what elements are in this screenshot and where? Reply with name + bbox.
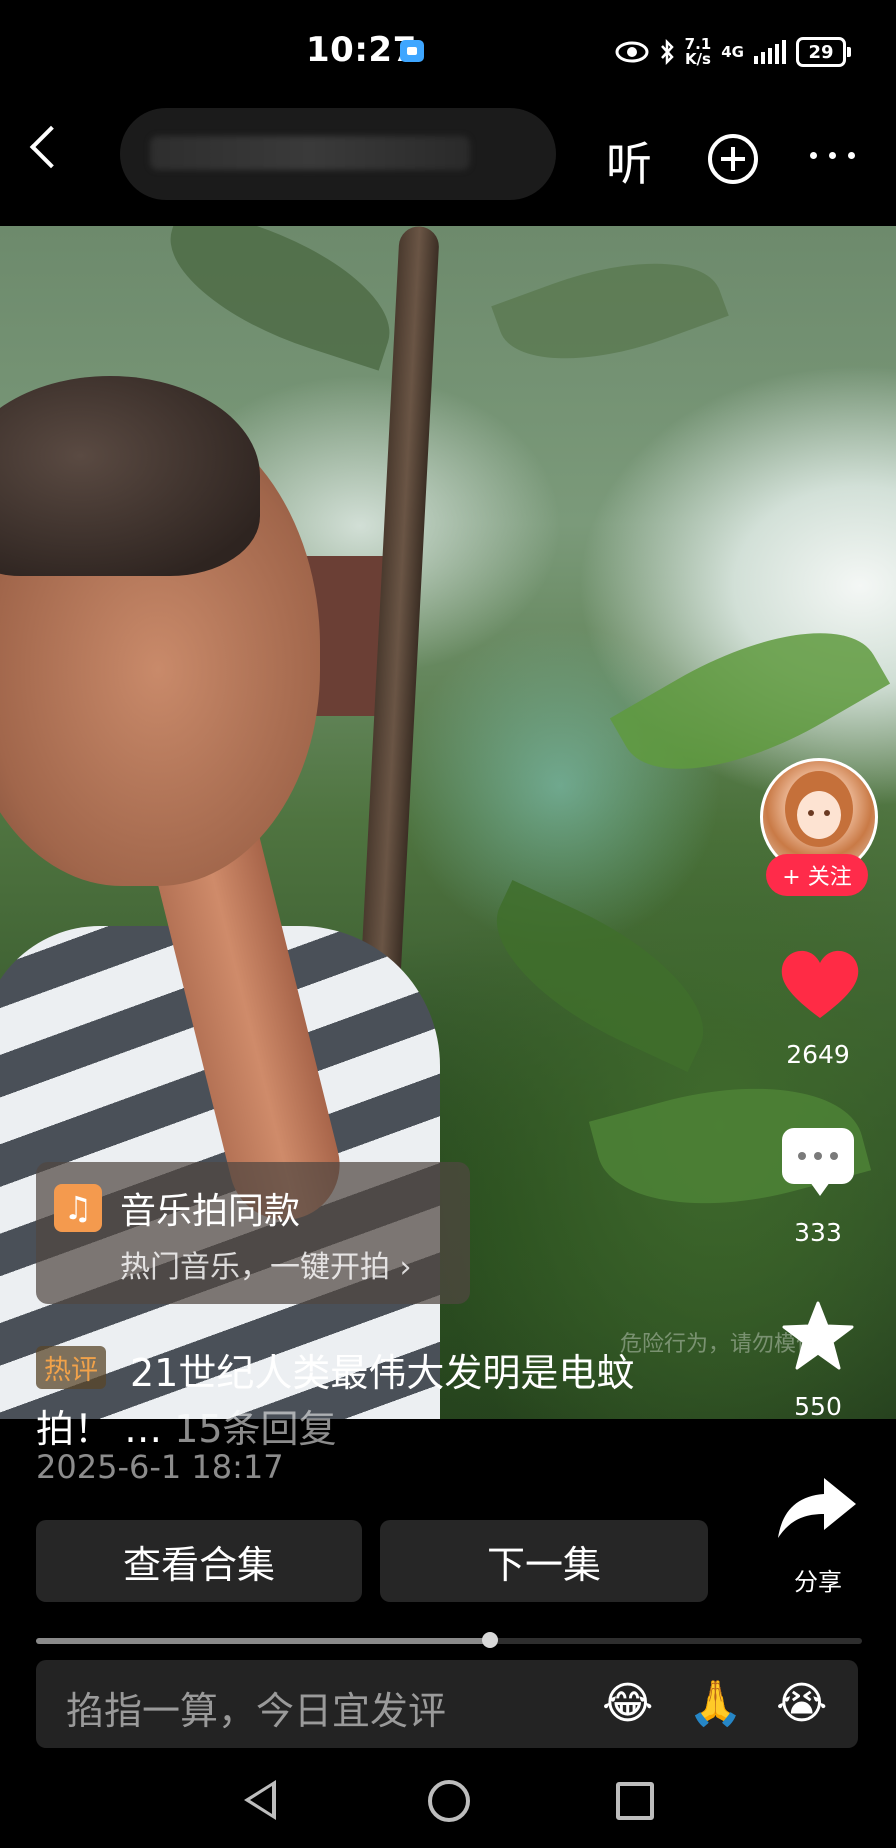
person-hair [0, 376, 260, 576]
comment-placeholder: 掐指一算，今日宜发评 [66, 1689, 447, 1733]
battery-icon: 29 [796, 37, 851, 67]
comment-icon[interactable] [782, 1128, 854, 1196]
reply-count: 15条回复 [174, 1407, 337, 1451]
follow-button[interactable]: + 关注 [766, 854, 868, 896]
like-icon[interactable] [780, 950, 860, 1020]
hot-comment-tag: 热评 [36, 1346, 106, 1389]
share-label[interactable]: 分享 [760, 1562, 876, 1597]
network-type: 4G [721, 42, 744, 61]
favorite-star-icon[interactable] [780, 1300, 856, 1372]
nav-back-icon[interactable] [244, 1780, 276, 1820]
music-card-subtitle: 热门音乐，一键开拍 › [120, 1250, 412, 1285]
nav-recents-icon[interactable] [616, 1782, 654, 1820]
add-icon[interactable] [708, 134, 758, 184]
laughing-emoji-button[interactable]: 😂 [602, 1676, 653, 1732]
bluetooth-icon [660, 39, 674, 65]
music-card-title: 音乐拍同款 [120, 1191, 301, 1232]
music-same-style-card[interactable]: ♫ 音乐拍同款 热门音乐，一键开拍 › [36, 1162, 470, 1304]
nav-home-icon[interactable] [428, 1780, 470, 1822]
hot-comment-text-continued[interactable]: 拍！ … 15条回复 [36, 1398, 337, 1453]
search-bar[interactable] [120, 108, 556, 200]
status-indicators: 7.1 K/s 4G 29 [615, 32, 851, 72]
favorite-count: 550 [794, 1392, 842, 1421]
eye-icon [615, 41, 649, 63]
message-notification-icon [400, 40, 424, 62]
view-collection-button[interactable]: 查看合集 [36, 1520, 362, 1602]
listen-button[interactable]: 听 [606, 128, 652, 194]
more-icon[interactable] [810, 152, 855, 159]
signal-icon [754, 40, 786, 64]
comment-count: 333 [794, 1218, 842, 1247]
progress-fill [36, 1638, 490, 1644]
next-episode-button[interactable]: 下一集 [380, 1520, 708, 1602]
blurred-search-text [150, 136, 470, 170]
comment-input[interactable]: 掐指一算，今日宜发评 😂 🙏 😭 [36, 1660, 858, 1748]
music-note-icon: ♫ [54, 1184, 102, 1232]
progress-handle[interactable] [482, 1632, 498, 1648]
post-date: 2025-6-1 18:17 [36, 1448, 284, 1486]
network-speed: 7.1 K/s [684, 35, 712, 68]
back-icon[interactable] [29, 125, 73, 169]
crying-emoji-button[interactable]: 😭 [776, 1676, 827, 1732]
share-icon[interactable] [776, 1476, 858, 1542]
like-count: 2649 [786, 1040, 850, 1069]
pray-emoji-button[interactable]: 🙏 [688, 1676, 743, 1732]
hot-comment-text[interactable]: 21世纪人类最伟大发明是电蚊 [130, 1342, 634, 1397]
